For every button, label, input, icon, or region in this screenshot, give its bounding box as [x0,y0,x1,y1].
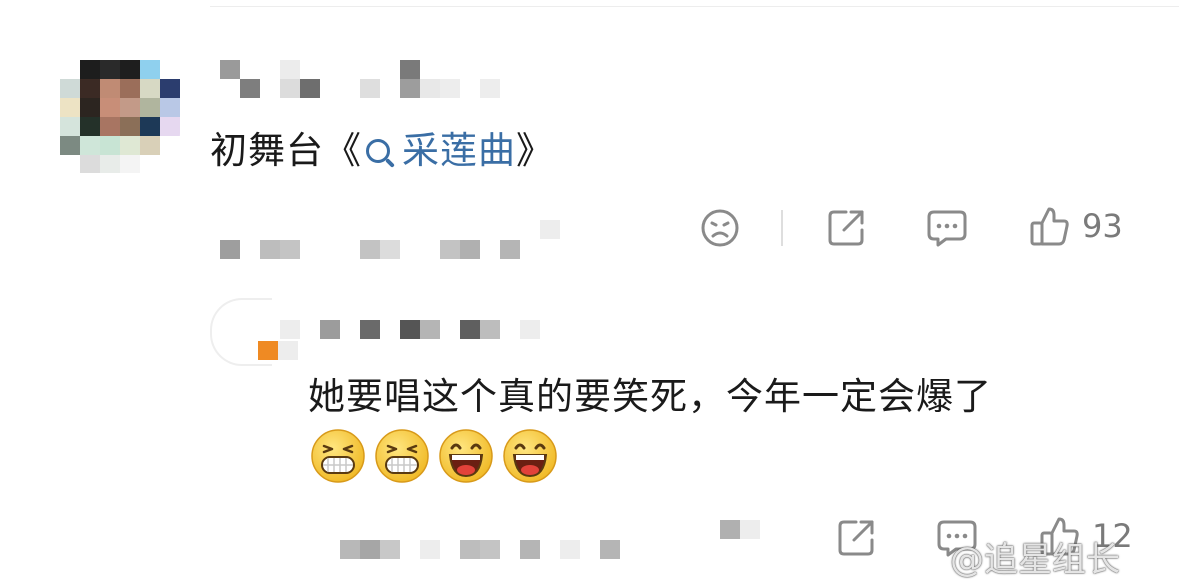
reply-username-redacted[interactable] [280,320,540,339]
grin-emoji [311,429,365,483]
reply-emojis [310,428,558,484]
share-button[interactable] [826,208,866,248]
search-icon [366,139,390,163]
laugh-emoji [439,429,493,483]
reply-meta-redacted-top [720,520,760,539]
username-redacted-row2 [240,79,500,98]
comment-bubble-icon [927,210,967,247]
comment-text-prefix: 初舞台《 [210,129,362,172]
like-count: 93 [1082,207,1123,245]
reply-badge [258,341,278,360]
thumbs-up-icon [1030,207,1069,246]
reply-text: 她要唱这个真的要笑死，今年一定会爆了 [308,375,992,418]
comment-text: 初舞台《 采莲曲》 [210,120,554,174]
topic-link-label: 采莲曲 [402,129,516,172]
topic-link[interactable]: 采莲曲 [362,129,516,172]
action-separator [781,210,783,246]
reply-share-button[interactable] [836,518,876,558]
comment-meta-redacted-top [540,220,560,239]
comment-text-suffix: 》 [516,129,554,172]
comment-meta-redacted [220,240,540,259]
frown-face-icon [701,209,739,247]
laugh-emoji [503,429,557,483]
comment-button[interactable] [926,208,968,248]
dislike-button[interactable] [700,208,740,248]
share-icon [828,210,864,246]
reply-badge-neighbor [278,341,298,360]
grin-emoji [375,429,429,483]
share-icon [838,520,874,556]
avatar[interactable] [60,60,180,173]
watermark: @追星组长 [950,540,1120,580]
top-divider [210,6,1179,7]
reply-meta-redacted [340,540,620,559]
username-redacted[interactable] [220,60,500,79]
like-button[interactable]: 93 [1030,205,1123,247]
